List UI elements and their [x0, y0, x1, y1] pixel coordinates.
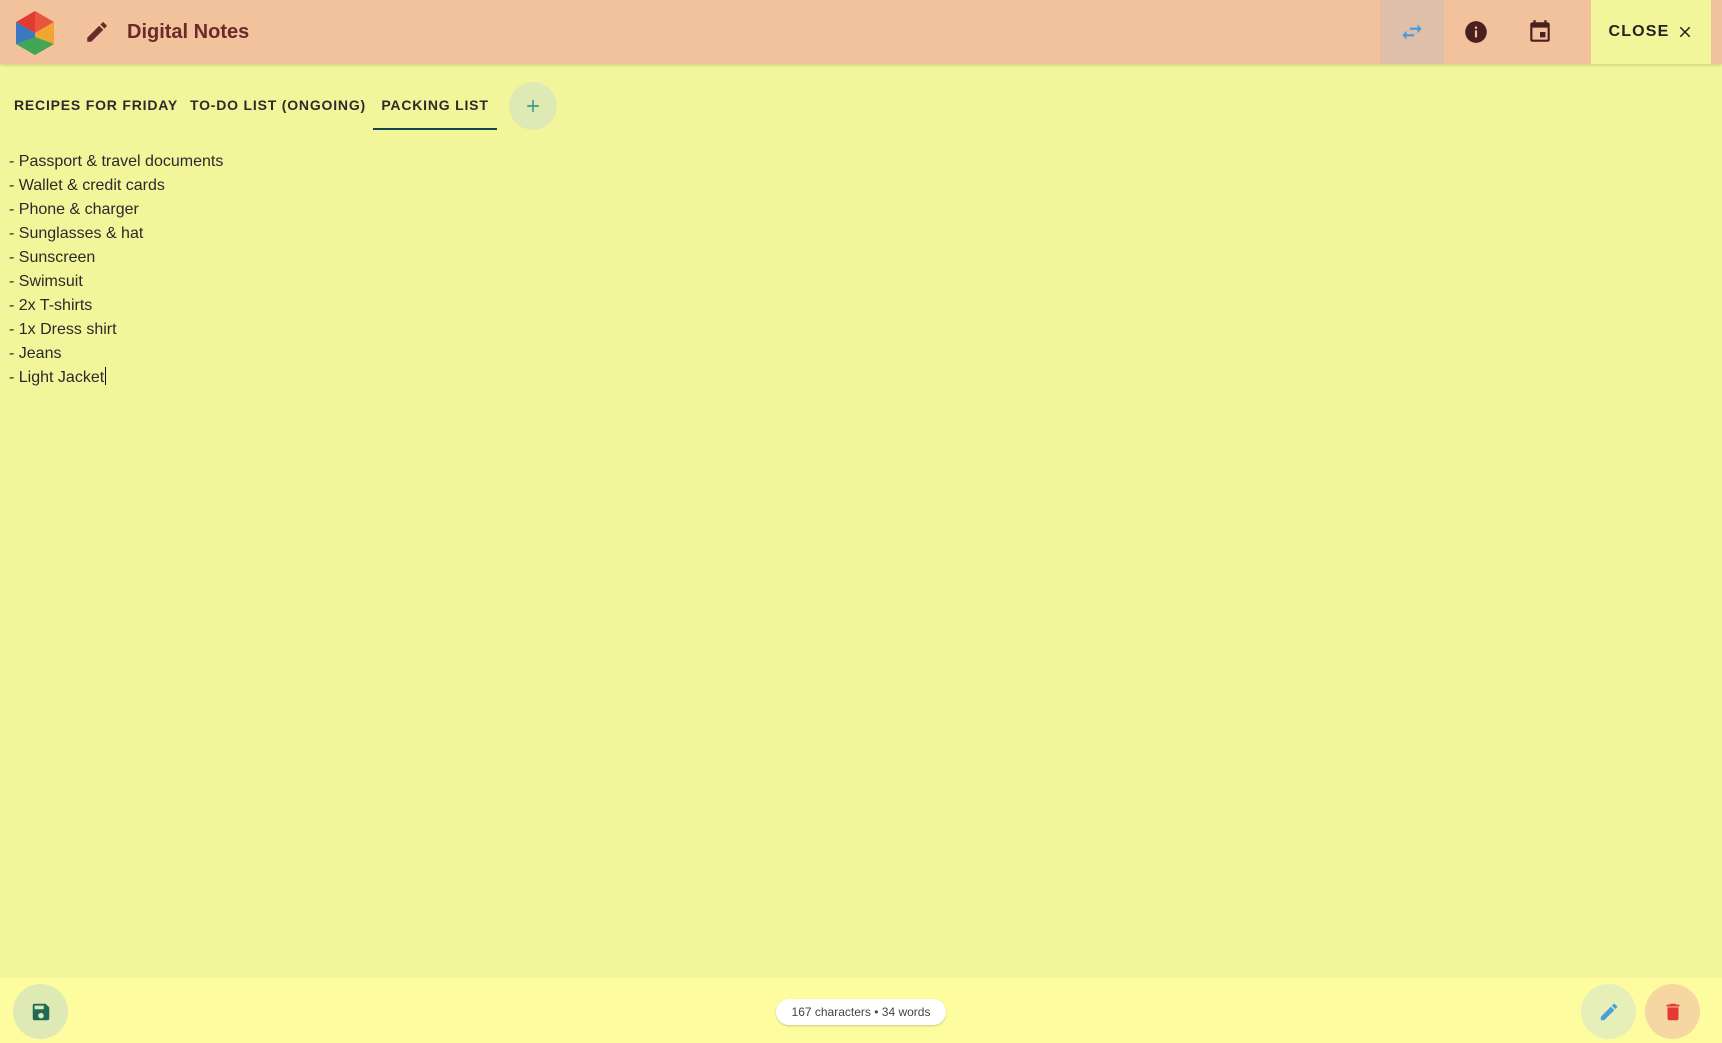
info-button[interactable] — [1444, 0, 1508, 64]
swap-button[interactable] — [1380, 0, 1444, 64]
tab-label: PACKING LIST — [381, 97, 489, 113]
tab-label: TO-DO LIST (ONGOING) — [190, 97, 366, 113]
tab-recipes-for-friday[interactable]: RECIPES FOR FRIDAY — [10, 80, 182, 130]
note-line: - 1x Dress shirt — [9, 321, 117, 338]
text-caret — [105, 367, 107, 385]
close-icon — [1679, 26, 1690, 38]
info-icon — [1465, 21, 1487, 43]
calendar-icon — [1530, 20, 1550, 42]
active-tab-indicator — [373, 128, 497, 130]
save-icon — [32, 1003, 49, 1020]
note-line: - Passport & travel documents — [9, 153, 224, 170]
note-editor[interactable]: - Passport & travel documents - Wallet &… — [9, 150, 1709, 390]
add-tab-button[interactable] — [509, 82, 557, 130]
tab-label: RECIPES FOR FRIDAY — [13, 97, 179, 113]
swap-icon — [1402, 24, 1422, 40]
delete-button[interactable] — [1645, 984, 1700, 1039]
note-line: - Sunscreen — [9, 249, 96, 266]
note-line-text: - Light Jacket — [9, 369, 105, 386]
character-word-counter: 167 characters • 34 words — [776, 999, 946, 1025]
pencil-icon — [1600, 1003, 1617, 1020]
trash-icon — [1666, 1003, 1679, 1020]
close-button[interactable]: CLOSE — [1591, 0, 1711, 64]
close-label: CLOSE — [1608, 23, 1670, 40]
note-line: - 2x T-shirts — [9, 297, 93, 314]
plus-icon — [527, 100, 539, 112]
app-title: Digital Notes — [127, 21, 250, 43]
note-line-last: - Light Jacket — [9, 366, 1709, 390]
edit-pencil-icon — [87, 22, 107, 42]
calendar-button[interactable] — [1508, 0, 1572, 64]
top-app-bar: Digital Notes CLOSE — [0, 0, 1722, 64]
tab-to-do-list[interactable]: TO-DO LIST (ONGOING) — [184, 80, 372, 130]
save-button[interactable] — [13, 984, 68, 1039]
note-line: - Swimsuit — [9, 273, 83, 290]
edit-button[interactable] — [1581, 984, 1636, 1039]
note-line: - Jeans — [9, 345, 62, 362]
note-line: - Sunglasses & hat — [9, 225, 144, 242]
note-line: - Wallet & credit cards — [9, 177, 165, 194]
note-line: - Phone & charger — [9, 201, 139, 218]
app-logo-icon — [16, 11, 54, 55]
tab-packing-list[interactable]: PACKING LIST — [373, 80, 497, 130]
